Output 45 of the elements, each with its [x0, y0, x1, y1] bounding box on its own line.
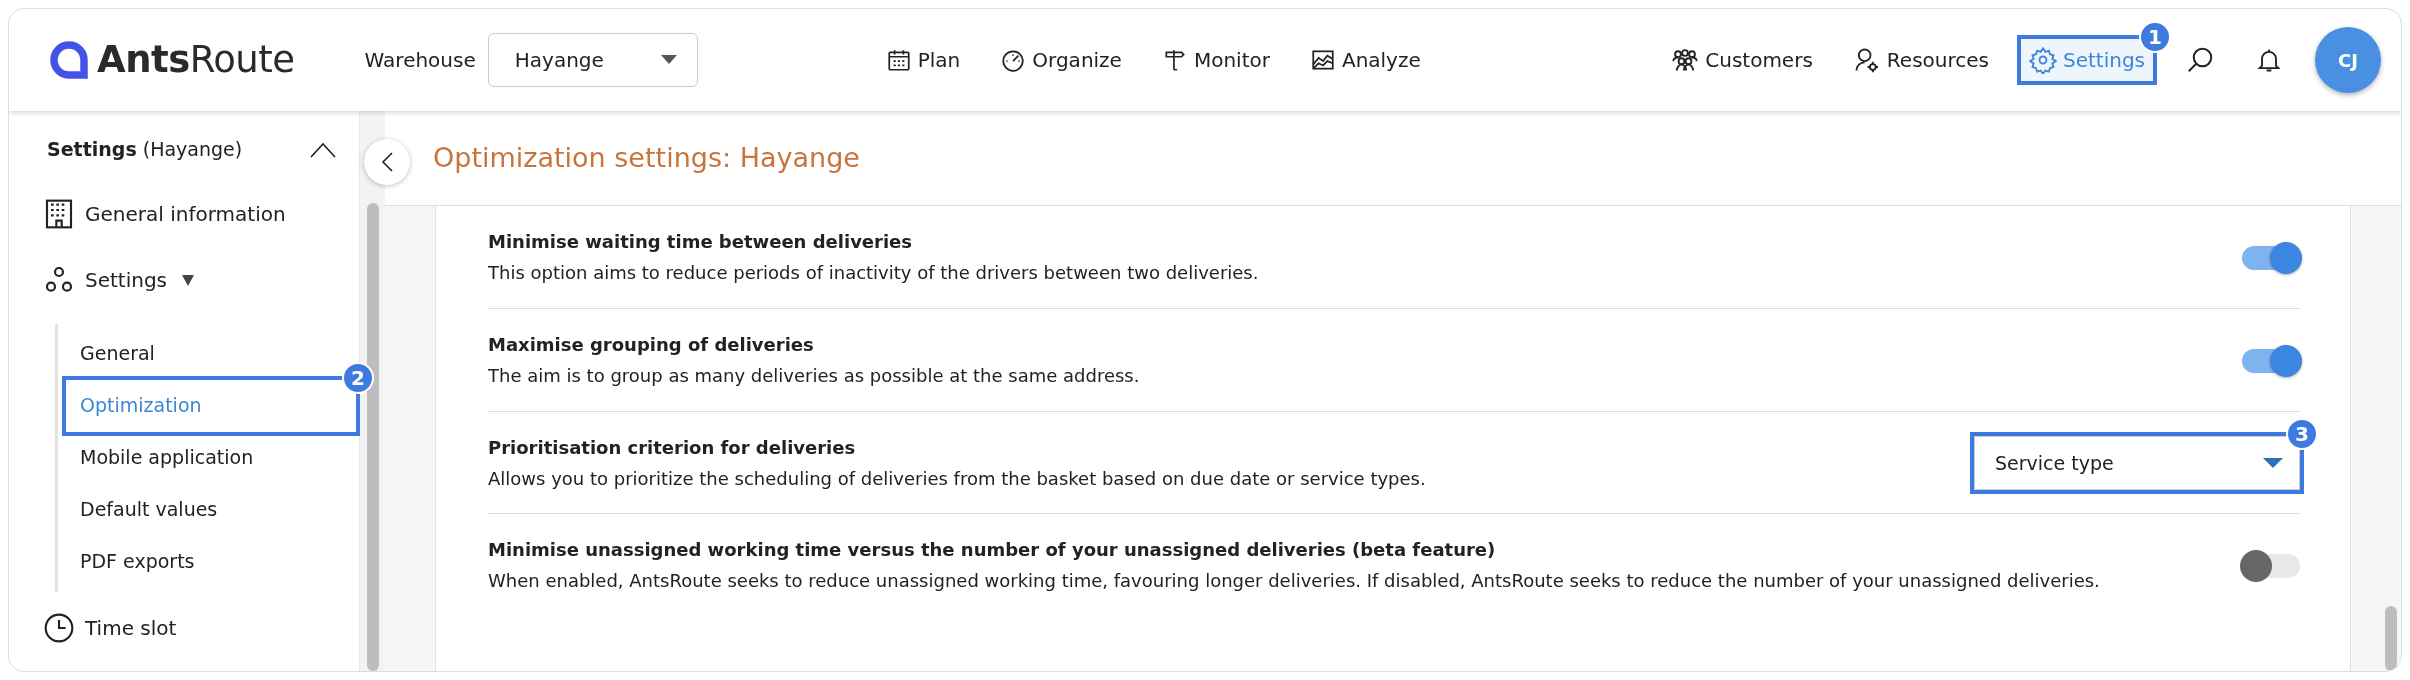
logo-icon	[49, 40, 89, 80]
nav-link[interactable]: Plan	[877, 39, 969, 81]
scrollbar-thumb[interactable]	[2385, 606, 2397, 671]
step-badge: 1	[2139, 21, 2171, 53]
nav-link[interactable]: Customers	[1663, 39, 1821, 81]
nav-link[interactable]: Organize	[992, 39, 1130, 81]
sidebar-title: Settings (Hayange)	[47, 137, 243, 162]
chevron-left-icon	[380, 151, 394, 173]
select-value: Hayange	[514, 47, 604, 74]
option-title: Minimise unassigned working time versus the number of your unassigned deliveries (beta feature)	[488, 538, 1497, 563]
speedometer-icon	[1000, 47, 1027, 73]
warehouse-label: Warehouse	[364, 47, 476, 74]
step-badge: 2	[342, 361, 374, 394]
caret-down-icon	[660, 55, 677, 65]
option-title: Minimise waiting time between deliveries	[488, 230, 914, 254]
option-description: When enabled, AntsRoute seeks to reduce unassigned working time, favouring longer deliveries. If disabled, AntsRoute seeks to reduce the number of your unassigned deliveries.	[488, 569, 2101, 594]
search-icon	[2185, 45, 2215, 75]
option-title: Prioritisation criterion for deliveries	[488, 435, 857, 460]
select-value: Service type	[1995, 451, 2114, 477]
scrollbar-thumb[interactable]	[366, 203, 379, 671]
chevron-up-icon	[309, 140, 337, 159]
option-description: The aim is to group as many deliveries as possible at the same address.	[488, 363, 1141, 388]
area-chart-icon	[1309, 47, 1336, 73]
caret-down-icon	[2263, 458, 2283, 469]
nav-link[interactable]: Analyze	[1301, 39, 1429, 81]
calendar-icon	[885, 47, 912, 73]
nav-link[interactable]: Resources	[1844, 39, 1997, 81]
building-icon	[43, 197, 75, 230]
nav-link[interactable]: Monitor	[1153, 39, 1278, 81]
sidebar-item[interactable]: Time slot	[23, 605, 177, 650]
step-badge: 3	[2286, 418, 2318, 451]
option-description: Allows you to prioritize the scheduling of deliveries from the basket based on due date or service types.	[488, 466, 1427, 491]
option-title: Maximise grouping of deliveries	[488, 332, 815, 357]
sidebar-item[interactable]: Settings	[23, 257, 196, 302]
sidebar-item[interactable]: General information	[23, 191, 286, 236]
option-description: This option aims to reduce periods of inactivity of the drivers between two deliveries.	[488, 261, 1260, 285]
logo-text: AntsRoute	[97, 37, 295, 84]
sidebar-subitem[interactable]: Default values	[66, 483, 356, 536]
gear-icon	[2028, 46, 2057, 74]
warehouse-select[interactable]: Hayange	[487, 33, 698, 87]
clock-icon	[43, 611, 75, 644]
sidebar-subitem[interactable]: PDF exports	[66, 535, 356, 588]
people-icon	[1671, 46, 1700, 74]
sidebar-subitem[interactable]: Mobile application	[66, 431, 356, 484]
collapse-sidebar-button[interactable]	[364, 139, 410, 185]
